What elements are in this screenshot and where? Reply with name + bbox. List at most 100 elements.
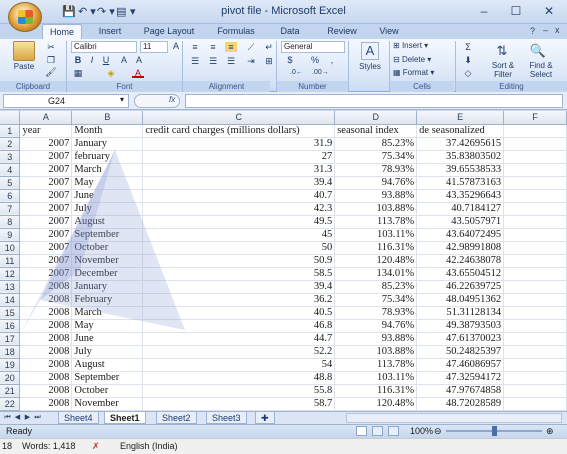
- cell[interactable]: [503, 319, 567, 333]
- cell[interactable]: 2008: [19, 306, 73, 320]
- cell[interactable]: 2007: [19, 215, 73, 229]
- cell[interactable]: 47.32594172: [416, 371, 505, 385]
- insert-function-icon[interactable]: fx: [169, 95, 175, 104]
- cell[interactable]: 2008: [19, 319, 73, 333]
- align-right-icon[interactable]: ☰: [225, 56, 237, 66]
- row-header[interactable]: 11: [0, 254, 21, 268]
- bold-icon[interactable]: B: [72, 55, 84, 65]
- help-icon[interactable]: ?: [530, 26, 535, 36]
- paste-icon[interactable]: [13, 41, 35, 61]
- cell[interactable]: [503, 124, 567, 138]
- fill-icon[interactable]: ⬇: [462, 55, 474, 65]
- cell[interactable]: July: [71, 345, 144, 359]
- tab-insert[interactable]: Insert: [92, 24, 128, 39]
- zoom-out-icon[interactable]: ⊖: [434, 425, 442, 438]
- row-header[interactable]: 5: [0, 176, 21, 190]
- column-header[interactable]: E: [416, 111, 505, 125]
- cell[interactable]: [503, 332, 567, 346]
- row-header[interactable]: 7: [0, 202, 21, 216]
- cell[interactable]: [503, 267, 567, 281]
- cell[interactable]: 2007: [19, 241, 73, 255]
- cell[interactable]: 40.5: [142, 306, 336, 320]
- sort-filter-button[interactable]: Sort & Filter: [484, 61, 522, 79]
- cell[interactable]: 78.93%: [334, 163, 418, 177]
- cell[interactable]: 48.72028589: [416, 397, 505, 411]
- cell[interactable]: [503, 228, 567, 242]
- insert-cells-button[interactable]: ⊞ Insert ▾: [393, 41, 443, 50]
- cell[interactable]: 39.65538533: [416, 163, 505, 177]
- merge-center-icon[interactable]: ⊞: [263, 56, 275, 66]
- cell[interactable]: 47.46086957: [416, 358, 505, 372]
- cell[interactable]: 78.93%: [334, 306, 418, 320]
- cell[interactable]: 35.83803502: [416, 150, 505, 164]
- select-all-corner[interactable]: [0, 111, 21, 125]
- cell[interactable]: 46.22639725: [416, 280, 505, 294]
- align-bottom-icon[interactable]: ≡: [225, 42, 237, 52]
- styles-button[interactable]: Styles: [352, 62, 388, 71]
- percent-icon[interactable]: %: [309, 55, 321, 65]
- cell[interactable]: June: [71, 189, 144, 203]
- cell[interactable]: 120.48%: [334, 254, 418, 268]
- sort-filter-icon[interactable]: ⇅: [492, 42, 512, 60]
- row-header[interactable]: 20: [0, 371, 21, 385]
- cell[interactable]: 103.88%: [334, 345, 418, 359]
- tab-data[interactable]: Data: [276, 24, 304, 39]
- cell[interactable]: 49.38793503: [416, 319, 505, 333]
- cell[interactable]: [503, 293, 567, 307]
- maximize-button[interactable]: ☐: [505, 3, 527, 19]
- zoom-level[interactable]: 100%: [410, 425, 433, 438]
- cell[interactable]: 47.61370023: [416, 332, 505, 346]
- ribbon-minimize-icon[interactable]: –: [543, 25, 548, 35]
- row-header[interactable]: 15: [0, 306, 21, 320]
- cell[interactable]: November: [71, 254, 144, 268]
- cell[interactable]: 40.7: [142, 189, 336, 203]
- cell[interactable]: 42.24638078: [416, 254, 505, 268]
- cell[interactable]: 134.01%: [334, 267, 418, 281]
- cell[interactable]: 45: [142, 228, 336, 242]
- cell[interactable]: [503, 306, 567, 320]
- cell[interactable]: 2007: [19, 163, 73, 177]
- cell[interactable]: [503, 254, 567, 268]
- wrap-text-icon[interactable]: ↵: [263, 42, 275, 52]
- cell[interactable]: 85.23%: [334, 137, 418, 151]
- cell[interactable]: 2008: [19, 293, 73, 307]
- row-header[interactable]: 8: [0, 215, 21, 229]
- find-select-button[interactable]: Find & Select: [522, 61, 560, 79]
- cell[interactable]: 2008: [19, 384, 73, 398]
- cell[interactable]: May: [71, 319, 144, 333]
- cell[interactable]: [503, 345, 567, 359]
- cell[interactable]: [503, 371, 567, 385]
- delete-cells-button[interactable]: ⊟ Delete ▾: [393, 55, 443, 64]
- row-header[interactable]: 9: [0, 228, 21, 242]
- cell[interactable]: 42.98991808: [416, 241, 505, 255]
- zoom-in-icon[interactable]: ⊕: [546, 425, 554, 438]
- cell[interactable]: 52.2: [142, 345, 336, 359]
- autosum-icon[interactable]: Σ: [462, 42, 474, 52]
- cell[interactable]: May: [71, 176, 144, 190]
- font-name-select[interactable]: Calibri: [71, 41, 137, 53]
- cell[interactable]: 41.57873163: [416, 176, 505, 190]
- cell[interactable]: 37.42695615: [416, 137, 505, 151]
- cell[interactable]: 2007: [19, 267, 73, 281]
- cell[interactable]: february: [71, 150, 144, 164]
- number-format-select[interactable]: General: [281, 41, 345, 53]
- cell[interactable]: [503, 137, 567, 151]
- cell[interactable]: 50.9: [142, 254, 336, 268]
- cell[interactable]: 94.76%: [334, 319, 418, 333]
- sheet-tab-sheet2[interactable]: Sheet2: [156, 412, 197, 424]
- styles-icon[interactable]: A: [361, 42, 379, 60]
- cell[interactable]: March: [71, 163, 144, 177]
- copy-icon[interactable]: ❐: [45, 55, 57, 65]
- borders-icon[interactable]: ▦: [72, 68, 84, 78]
- cell[interactable]: 43.65504512: [416, 267, 505, 281]
- tab-formulas[interactable]: Formulas: [214, 24, 258, 39]
- horizontal-scrollbar[interactable]: [346, 413, 562, 423]
- row-header[interactable]: 12: [0, 267, 21, 281]
- cell[interactable]: 2007: [19, 176, 73, 190]
- name-box[interactable]: G24: [3, 94, 129, 108]
- row-header[interactable]: 1: [0, 124, 21, 138]
- cell[interactable]: [503, 163, 567, 177]
- cell[interactable]: 94.76%: [334, 176, 418, 190]
- office-button[interactable]: [8, 2, 42, 32]
- cell[interactable]: seasonal index: [334, 124, 418, 138]
